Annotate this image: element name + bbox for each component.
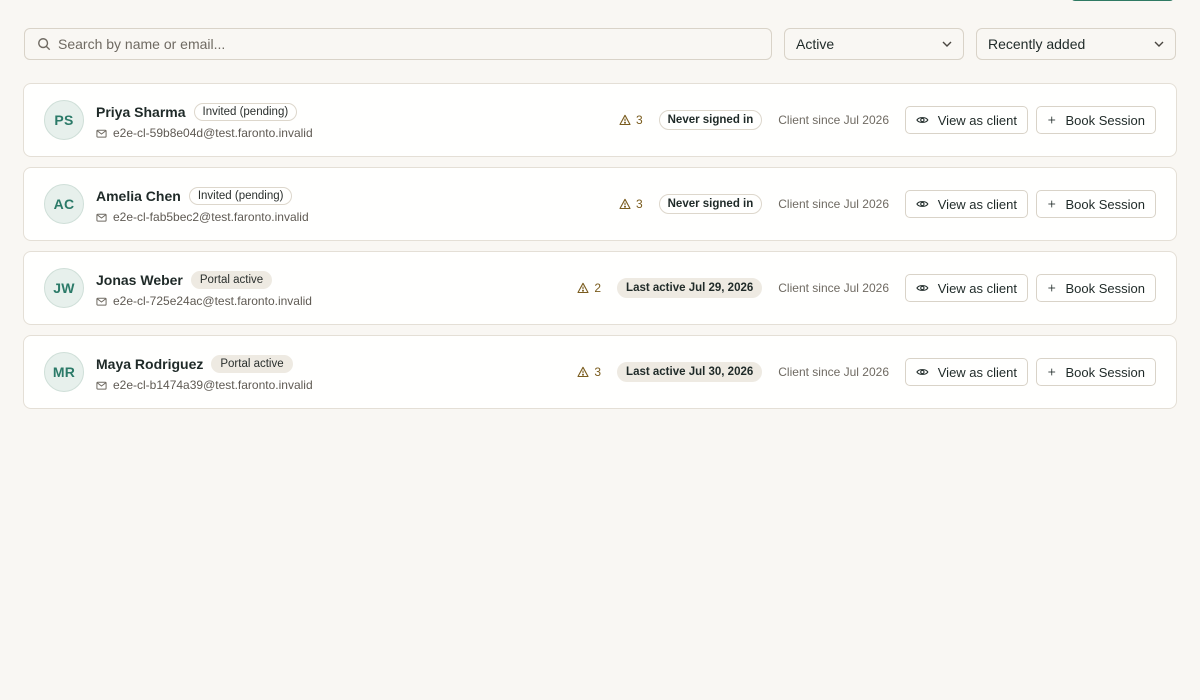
- client-since: Client since Jul 2026: [778, 113, 889, 127]
- view-as-client-button[interactable]: View as client: [905, 358, 1028, 386]
- client-actions: 3 Never signed in Client since Jul 2026 …: [619, 168, 1156, 240]
- primary-action-button-edge[interactable]: [1071, 0, 1174, 1]
- warning-triangle-icon: [619, 198, 631, 210]
- alert-count: 3: [619, 197, 643, 211]
- status-badge: Invited (pending): [193, 103, 298, 121]
- status-badge: Invited (pending): [188, 187, 293, 205]
- plus-icon: [1048, 368, 1056, 376]
- book-session-button[interactable]: Book Session: [1036, 274, 1156, 302]
- client-info: Priya Sharma Invited (pending) e2e-cl-59…: [96, 102, 313, 141]
- book-session-button[interactable]: Book Session: [1036, 106, 1156, 134]
- client-name[interactable]: Amelia Chen: [96, 188, 181, 204]
- view-as-client-label: View as client: [937, 364, 1017, 380]
- client-since: Client since Jul 2026: [778, 197, 889, 211]
- view-as-client-label: View as client: [937, 196, 1017, 212]
- search-box[interactable]: [24, 28, 772, 60]
- client-card[interactable]: AC Amelia Chen Invited (pending) e2e-cl-…: [23, 167, 1177, 241]
- mail-icon: [96, 129, 107, 138]
- status-filter-value: Active: [796, 36, 835, 52]
- plus-icon: [1048, 284, 1056, 292]
- chevron-down-icon: [1154, 41, 1164, 47]
- client-name[interactable]: Jonas Weber: [96, 272, 183, 288]
- sort-value: Recently added: [988, 36, 1086, 52]
- client-card[interactable]: JW Jonas Weber Portal active e2e-cl-725e…: [23, 251, 1177, 325]
- client-info: Amelia Chen Invited (pending) e2e-cl-fab…: [96, 186, 309, 225]
- book-session-label: Book Session: [1065, 364, 1146, 380]
- avatar: MR: [44, 352, 84, 392]
- view-as-client-label: View as client: [937, 280, 1017, 296]
- alert-count-value: 3: [635, 197, 643, 211]
- alert-count-value: 2: [594, 281, 602, 295]
- status-badge: Portal active: [211, 355, 293, 373]
- activity-badge: Last active Jul 30, 2026: [617, 362, 763, 382]
- book-session-button[interactable]: Book Session: [1036, 190, 1156, 218]
- client-email: e2e-cl-725e24ac@test.faronto.invalid: [113, 294, 312, 308]
- mail-icon: [96, 297, 107, 306]
- alert-count: 3: [577, 365, 601, 379]
- view-as-client-button[interactable]: View as client: [905, 190, 1028, 218]
- warning-triangle-icon: [577, 282, 589, 294]
- alert-count-value: 3: [635, 113, 643, 127]
- eye-icon: [916, 369, 929, 375]
- client-email: e2e-cl-b1474a39@test.faronto.invalid: [113, 378, 313, 392]
- eye-icon: [916, 201, 929, 207]
- warning-triangle-icon: [619, 114, 631, 126]
- client-email: e2e-cl-fab5bec2@test.faronto.invalid: [113, 210, 309, 224]
- client-since: Client since Jul 2026: [778, 281, 889, 295]
- search-icon: [38, 38, 51, 51]
- client-actions: 3 Last active Jul 30, 2026 Client since …: [577, 336, 1156, 408]
- eye-icon: [916, 117, 929, 123]
- client-email: e2e-cl-59b8e04d@test.faronto.invalid: [113, 126, 313, 140]
- activity-badge: Never signed in: [658, 110, 763, 130]
- plus-icon: [1048, 116, 1056, 124]
- client-since: Client since Jul 2026: [778, 365, 889, 379]
- book-session-label: Book Session: [1065, 280, 1146, 296]
- activity-badge: Never signed in: [658, 194, 763, 214]
- mail-icon: [96, 381, 107, 390]
- client-name[interactable]: Priya Sharma: [96, 104, 186, 120]
- sort-select[interactable]: Recently added: [976, 28, 1176, 60]
- status-badge: Portal active: [190, 271, 273, 289]
- view-as-client-label: View as client: [937, 112, 1017, 128]
- avatar: JW: [44, 268, 84, 308]
- client-info: Maya Rodriguez Portal active e2e-cl-b147…: [96, 354, 313, 393]
- alert-count: 2: [577, 281, 601, 295]
- book-session-button[interactable]: Book Session: [1036, 358, 1156, 386]
- client-info: Jonas Weber Portal active e2e-cl-725e24a…: [96, 270, 312, 309]
- avatar: PS: [44, 100, 84, 140]
- status-filter-select[interactable]: Active: [784, 28, 964, 60]
- search-input[interactable]: [58, 36, 748, 52]
- activity-badge: Last active Jul 29, 2026: [617, 278, 763, 298]
- alert-count-value: 3: [594, 365, 602, 379]
- client-actions: 2 Last active Jul 29, 2026 Client since …: [577, 252, 1156, 324]
- client-list: PS Priya Sharma Invited (pending) e2e-cl…: [23, 83, 1177, 419]
- client-card[interactable]: PS Priya Sharma Invited (pending) e2e-cl…: [23, 83, 1177, 157]
- view-as-client-button[interactable]: View as client: [905, 274, 1028, 302]
- client-card[interactable]: MR Maya Rodriguez Portal active e2e-cl-b…: [23, 335, 1177, 409]
- plus-icon: [1048, 200, 1056, 208]
- client-name[interactable]: Maya Rodriguez: [96, 356, 203, 372]
- book-session-label: Book Session: [1065, 196, 1146, 212]
- book-session-label: Book Session: [1065, 112, 1146, 128]
- avatar: AC: [44, 184, 84, 224]
- chevron-down-icon: [942, 41, 952, 47]
- client-actions: 3 Never signed in Client since Jul 2026 …: [619, 84, 1156, 156]
- alert-count: 3: [619, 113, 643, 127]
- view-as-client-button[interactable]: View as client: [905, 106, 1028, 134]
- filter-bar: Active Recently added: [24, 28, 1176, 60]
- eye-icon: [916, 285, 929, 291]
- mail-icon: [96, 213, 107, 222]
- warning-triangle-icon: [577, 366, 589, 378]
